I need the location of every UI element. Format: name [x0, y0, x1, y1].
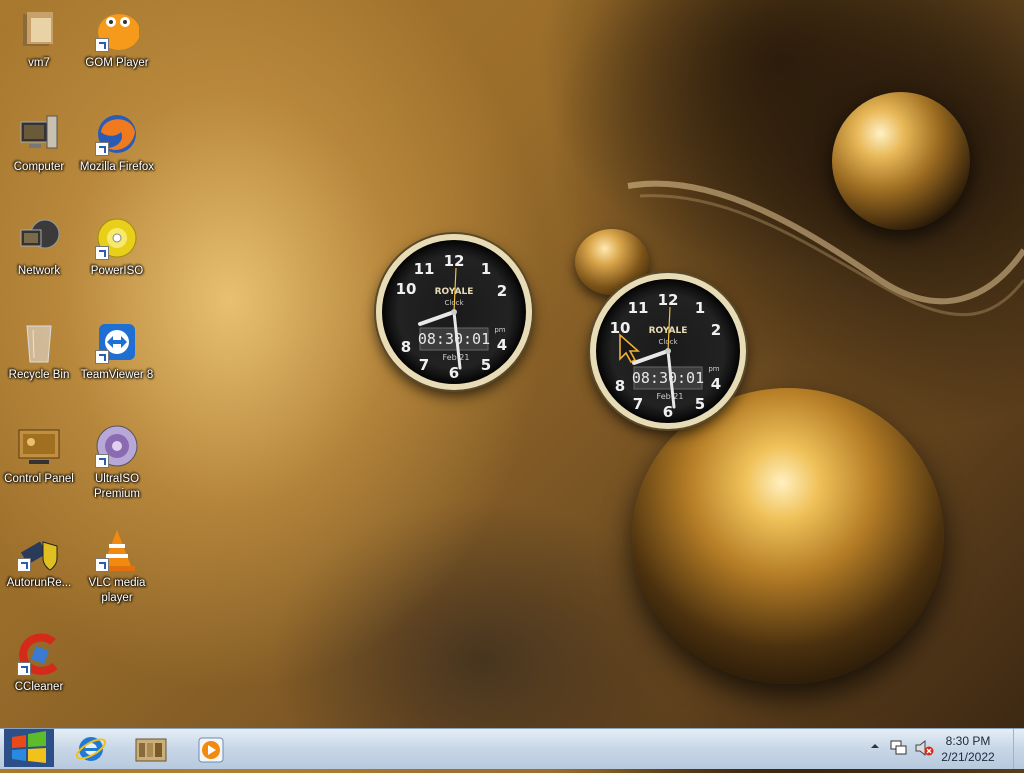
- clock-brand: ROYALE: [435, 287, 474, 297]
- numeral-4: 4: [497, 336, 507, 354]
- numeral-10: 10: [396, 280, 417, 298]
- numeral-4: 4: [711, 375, 721, 393]
- numeral-6: 6: [663, 403, 673, 421]
- tray-date: 2/21/2022: [941, 750, 995, 764]
- desktop-icon-computer[interactable]: Computer: [0, 112, 78, 175]
- shortcut-arrow-icon: [95, 558, 109, 572]
- desktop-icon-label: GOM Player: [85, 57, 149, 69]
- gom-player-icon: [95, 8, 140, 52]
- clock-face: 12 1 2 4 5 6 7 8 10 11 ROYALE Clock 08:3…: [396, 252, 508, 382]
- computer-icon: [17, 112, 61, 156]
- desktop-icon-vm7[interactable]: vm7: [0, 8, 78, 71]
- libraries-icon: [135, 738, 167, 762]
- vlc-icon: [95, 528, 139, 572]
- desktop-icon-firefox[interactable]: Mozilla Firefox: [78, 112, 156, 175]
- tray-clock[interactable]: 8:30 PM 2/21/2022: [928, 733, 1008, 765]
- desktop-icon-label: Network: [17, 265, 61, 277]
- shortcut-arrow-icon: [95, 142, 109, 156]
- desktop-icon-recycle-bin[interactable]: Recycle Bin: [0, 320, 78, 383]
- desktop-icon-label: CCleaner: [14, 681, 64, 693]
- numeral-12: 12: [444, 252, 465, 270]
- desktop-icon-ccleaner[interactable]: CCleaner: [0, 632, 78, 695]
- clock-gadget[interactable]: 12 1 2 4 5 6 7 8 10 11 ROYALE Clock 08:3…: [376, 234, 532, 390]
- desktop-icon-label: VLC media player: [88, 577, 146, 604]
- teamviewer-icon: [95, 320, 139, 364]
- hour-hand: [418, 310, 456, 326]
- numeral-6: 6: [449, 364, 459, 382]
- clock-ampm: pm: [494, 326, 505, 334]
- desktop-icon-teamviewer[interactable]: TeamViewer 8: [78, 320, 156, 383]
- numeral-1: 1: [695, 299, 705, 317]
- poweriso-icon: [95, 216, 139, 260]
- numeral-2: 2: [711, 321, 721, 339]
- shortcut-arrow-icon: [95, 350, 109, 364]
- clock-date: Feb 21: [657, 392, 684, 401]
- desktop-icon-label: Control Panel: [4, 473, 74, 485]
- desktop-icon-autorun[interactable]: AutorunRe...: [0, 528, 78, 591]
- numeral-12: 12: [658, 291, 679, 309]
- numeral-11: 11: [414, 260, 435, 278]
- desktop-icon-label: AutorunRe...: [6, 577, 72, 589]
- shortcut-arrow-icon: [17, 662, 31, 676]
- folder-icon: [17, 8, 61, 52]
- clock-digital-time: 08:30:01: [418, 330, 490, 348]
- desktop-icon-label: Computer: [13, 161, 65, 173]
- wallpaper-orb-large: [632, 388, 944, 684]
- numeral-11: 11: [628, 299, 649, 317]
- desktop-icon-label: Recycle Bin: [8, 369, 70, 381]
- numeral-7: 7: [633, 395, 643, 413]
- desktop-icon-poweriso[interactable]: PowerISO: [78, 216, 156, 279]
- network-icon: [17, 216, 61, 260]
- taskbar-libraries[interactable]: [124, 731, 178, 767]
- ccleaner-icon: [17, 632, 61, 676]
- ultraiso-icon: [95, 424, 139, 468]
- show-desktop-button[interactable]: [1013, 729, 1024, 769]
- network-tray-icon[interactable]: [890, 740, 908, 756]
- clock-date: Feb 21: [443, 353, 470, 362]
- taskbar-internet-explorer[interactable]: [64, 731, 118, 767]
- firefox-icon: [95, 112, 139, 156]
- numeral-5: 5: [481, 356, 491, 374]
- media-player-icon: [198, 737, 224, 763]
- numeral-1: 1: [481, 260, 491, 278]
- show-hidden-icons-icon[interactable]: [870, 741, 880, 751]
- desktop-icon-label: Mozilla Firefox: [79, 161, 155, 173]
- mouse-cursor-icon: [619, 333, 641, 363]
- shortcut-arrow-icon: [95, 454, 109, 468]
- clock-ampm: pm: [708, 365, 719, 373]
- numeral-5: 5: [695, 395, 705, 413]
- shortcut-arrow-icon: [95, 38, 109, 52]
- recycle-bin-icon: [17, 320, 61, 364]
- desktop-icon-label: TeamViewer 8: [80, 369, 154, 381]
- desktop-icon-gom-player[interactable]: GOM Player: [78, 8, 156, 71]
- clock-gadget[interactable]: 12 1 2 4 5 6 7 8 10 11 ROYALE Clock 08:3…: [590, 273, 746, 429]
- desktop-icon-network[interactable]: Network: [0, 216, 78, 279]
- taskbar-media-player[interactable]: [184, 731, 238, 767]
- windows-start-icon: [4, 729, 54, 767]
- shortcut-arrow-icon: [95, 246, 109, 260]
- taskbar: 8:30 PM 2/21/2022: [0, 728, 1024, 769]
- autorun-icon: [17, 528, 61, 572]
- numeral-2: 2: [497, 282, 507, 300]
- control-panel-icon: [17, 424, 61, 468]
- clock-digital-time: 08:30:01: [632, 369, 704, 387]
- numeral-8: 8: [615, 377, 625, 395]
- tray-time: 8:30 PM: [945, 734, 991, 748]
- desktop-icon-label: vm7: [28, 57, 50, 69]
- desktop-icon-control-panel[interactable]: Control Panel: [0, 424, 78, 487]
- numeral-7: 7: [419, 356, 429, 374]
- desktop-icon-label: UltraISO Premium: [93, 473, 140, 500]
- shortcut-arrow-icon: [17, 558, 31, 572]
- desktop-icon-vlc[interactable]: VLC media player: [78, 528, 156, 606]
- clock-brand: ROYALE: [649, 326, 688, 336]
- desktop-icon-ultraiso[interactable]: UltraISO Premium: [78, 424, 156, 502]
- numeral-8: 8: [401, 338, 411, 356]
- internet-explorer-icon: [75, 737, 107, 761]
- start-button[interactable]: [0, 723, 58, 769]
- wallpaper-orb-top: [832, 92, 970, 230]
- desktop-icon-label: PowerISO: [90, 265, 144, 277]
